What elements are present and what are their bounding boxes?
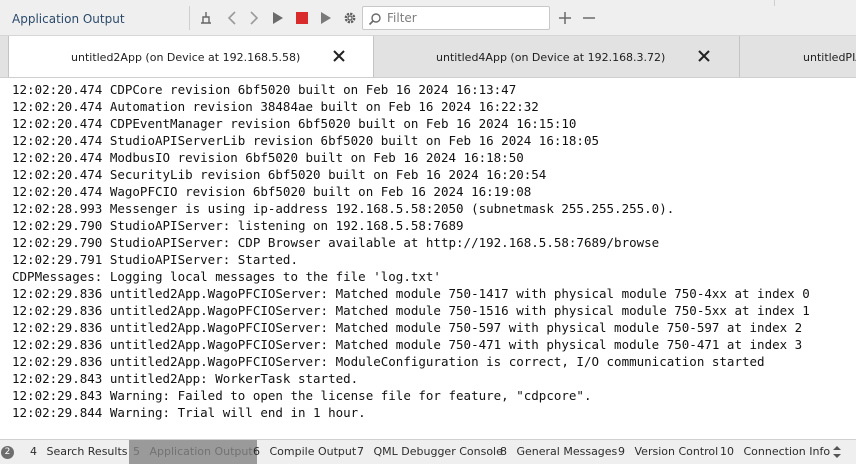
pane-tab-application-output[interactable]: 5 Application Output [129, 440, 257, 464]
pane-tab-label: Search Results [46, 445, 128, 458]
pane-tab-label: Compile Output [269, 445, 357, 458]
tab-untitled4app[interactable]: untitled4App (on Device at 192.168.3.72) [374, 36, 740, 77]
application-output-log[interactable]: 12:02:20.474 CDPCore revision 6bf5020 bu… [0, 79, 856, 437]
log-line: 12:02:29.836 untitled2App.WagoPFCIOServe… [12, 303, 810, 318]
tab-untitledpia[interactable]: untitledPIA [740, 36, 856, 77]
pane-tab-number: 4 [30, 445, 37, 458]
log-line: 12:02:29.836 untitled2App.WagoPFCIOServe… [12, 320, 803, 335]
next-icon[interactable] [246, 9, 262, 27]
close-icon[interactable] [697, 49, 711, 63]
log-line: 12:02:20.474 Automation revision 38484ae… [12, 99, 539, 114]
log-line: 12:02:20.474 StudioAPIServerLib revision… [12, 133, 599, 148]
notification-badge[interactable]: 2 [1, 446, 14, 459]
tab-untitled2app[interactable]: untitled2App (on Device at 192.168.5.58) [8, 36, 374, 77]
log-line: 12:02:28.993 Messenger is using ip-addre… [12, 201, 675, 216]
log-line: 12:02:29.790 StudioAPIServer: CDP Browse… [12, 235, 660, 250]
pane-tab-number: 10 [720, 445, 734, 458]
pane-tab-label: Version Control [634, 445, 719, 458]
log-line: 12:02:20.474 WagoPFCIO revision 6bf5020 … [12, 184, 532, 199]
pane-tab-number: 5 [133, 445, 140, 458]
search-icon [368, 11, 382, 30]
log-line: 12:02:20.474 SecurityLib revision 6bf502… [12, 167, 547, 182]
toolbar-separator [774, 0, 775, 6]
toolbar-separator [189, 6, 190, 30]
log-line: 12:02:29.836 untitled2App.WagoPFCIOServe… [12, 337, 803, 352]
output-tabbar: untitled2App (on Device at 192.168.5.58)… [0, 36, 856, 78]
pane-tab-version-control[interactable]: 9 Version Control [618, 440, 718, 464]
pane-tab-label: QML Debugger Console [373, 445, 503, 458]
log-line: 12:02:29.791 StudioAPIServer: Started. [12, 252, 298, 267]
tab-label: untitled2App (on Device at 192.168.5.58) [71, 51, 301, 64]
output-panes-bar: 2 4 Search Results 5 Application Output … [0, 439, 856, 464]
zoom-out-icon[interactable] [581, 9, 597, 27]
clean-icon[interactable] [198, 9, 214, 27]
pane-tab-number: 6 [253, 445, 260, 458]
attach-debug-icon[interactable] [318, 9, 334, 27]
close-icon[interactable] [332, 49, 346, 63]
pane-tab-number: 7 [357, 445, 364, 458]
filter-input[interactable] [387, 9, 545, 27]
pane-tab-compile-output[interactable]: 6 Compile Output [253, 440, 356, 464]
pane-tab-general-messages[interactable]: 8 General Messages [500, 440, 617, 464]
log-line: 12:02:29.844 Warning: Trial will end in … [12, 405, 366, 420]
tab-label: untitled4App (on Device at 192.168.3.72) [436, 51, 666, 64]
settings-icon[interactable] [342, 9, 358, 27]
pane-tab-label: Application Output [149, 445, 253, 458]
pane-tab-search-results[interactable]: 4 Search Results [30, 440, 128, 464]
log-line: 12:02:29.836 untitled2App.WagoPFCIOServe… [12, 286, 810, 301]
run-icon[interactable] [270, 9, 286, 27]
pane-tab-number: 9 [618, 445, 625, 458]
log-line: 12:02:29.843 Warning: Failed to open the… [12, 388, 592, 403]
filter-box[interactable] [362, 6, 550, 30]
pane-title[interactable]: Application Output [12, 12, 125, 26]
log-line: 12:02:29.836 untitled2App.WagoPFCIOServe… [12, 354, 765, 369]
zoom-in-icon[interactable] [557, 9, 573, 27]
log-line: 12:02:20.474 CDPEventManager revision 6b… [12, 116, 577, 131]
log-line: CDPMessages: Logging local messages to t… [12, 269, 441, 284]
pane-tab-label: General Messages [516, 445, 618, 458]
prev-icon[interactable] [224, 9, 240, 27]
log-line: 12:02:29.843 untitled2App: WorkerTask st… [12, 371, 359, 386]
up-down-arrows-icon[interactable] [832, 445, 842, 459]
log-line: 12:02:20.474 ModbusIO revision 6bf5020 b… [12, 150, 524, 165]
log-line: 12:02:20.474 CDPCore revision 6bf5020 bu… [12, 82, 517, 97]
pane-tab-qml-debugger-console[interactable]: 7 QML Debugger Console [357, 440, 503, 464]
pane-tab-number: 8 [500, 445, 507, 458]
tab-label: untitledPIA [803, 51, 856, 64]
pane-tab-connection-info[interactable]: 10 Connection Info [720, 440, 830, 464]
output-toolbar: Application Output [0, 0, 856, 36]
log-line: 12:02:29.790 StudioAPIServer: listening … [12, 218, 464, 233]
pane-tab-label: Connection Info [743, 445, 831, 458]
stop-icon[interactable] [294, 9, 310, 27]
